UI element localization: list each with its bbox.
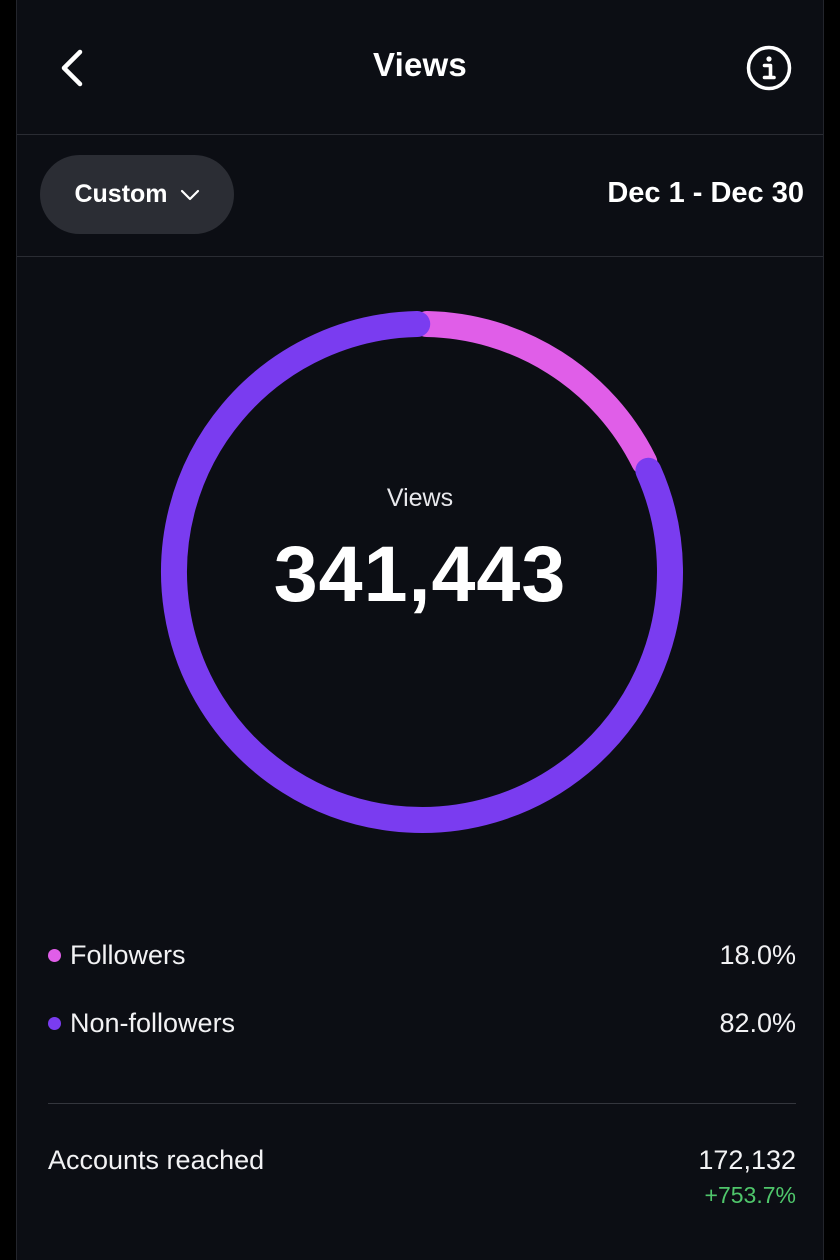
legend-item-non-followers: Non-followers 82.0%: [48, 1003, 796, 1043]
donut-segment-followers: [413, 311, 658, 476]
legend-value: 82.0%: [719, 1007, 796, 1038]
non-followers-dot: [48, 1016, 61, 1030]
accounts-reached-label: Accounts reached: [48, 1145, 265, 1175]
section-divider: [48, 1103, 796, 1104]
views-insights-screen: Views Custom Dec 1 - Dec 30 Views 341,44…: [0, 0, 840, 1260]
accounts-reached-value: 172,132: [698, 1145, 796, 1175]
accounts-reached-change: +753.7%: [704, 1182, 796, 1208]
legend-value: 18.0%: [719, 939, 796, 970]
legend-item-followers: Followers 18.0%: [48, 935, 796, 975]
views-donut-chart: [161, 311, 683, 833]
donut-center-label: Views: [386, 484, 454, 512]
views-total: 341,443: [273, 529, 567, 618]
legend-label: Followers: [70, 939, 186, 970]
followers-dot: [48, 948, 61, 962]
legend-label: Non-followers: [70, 1007, 236, 1038]
